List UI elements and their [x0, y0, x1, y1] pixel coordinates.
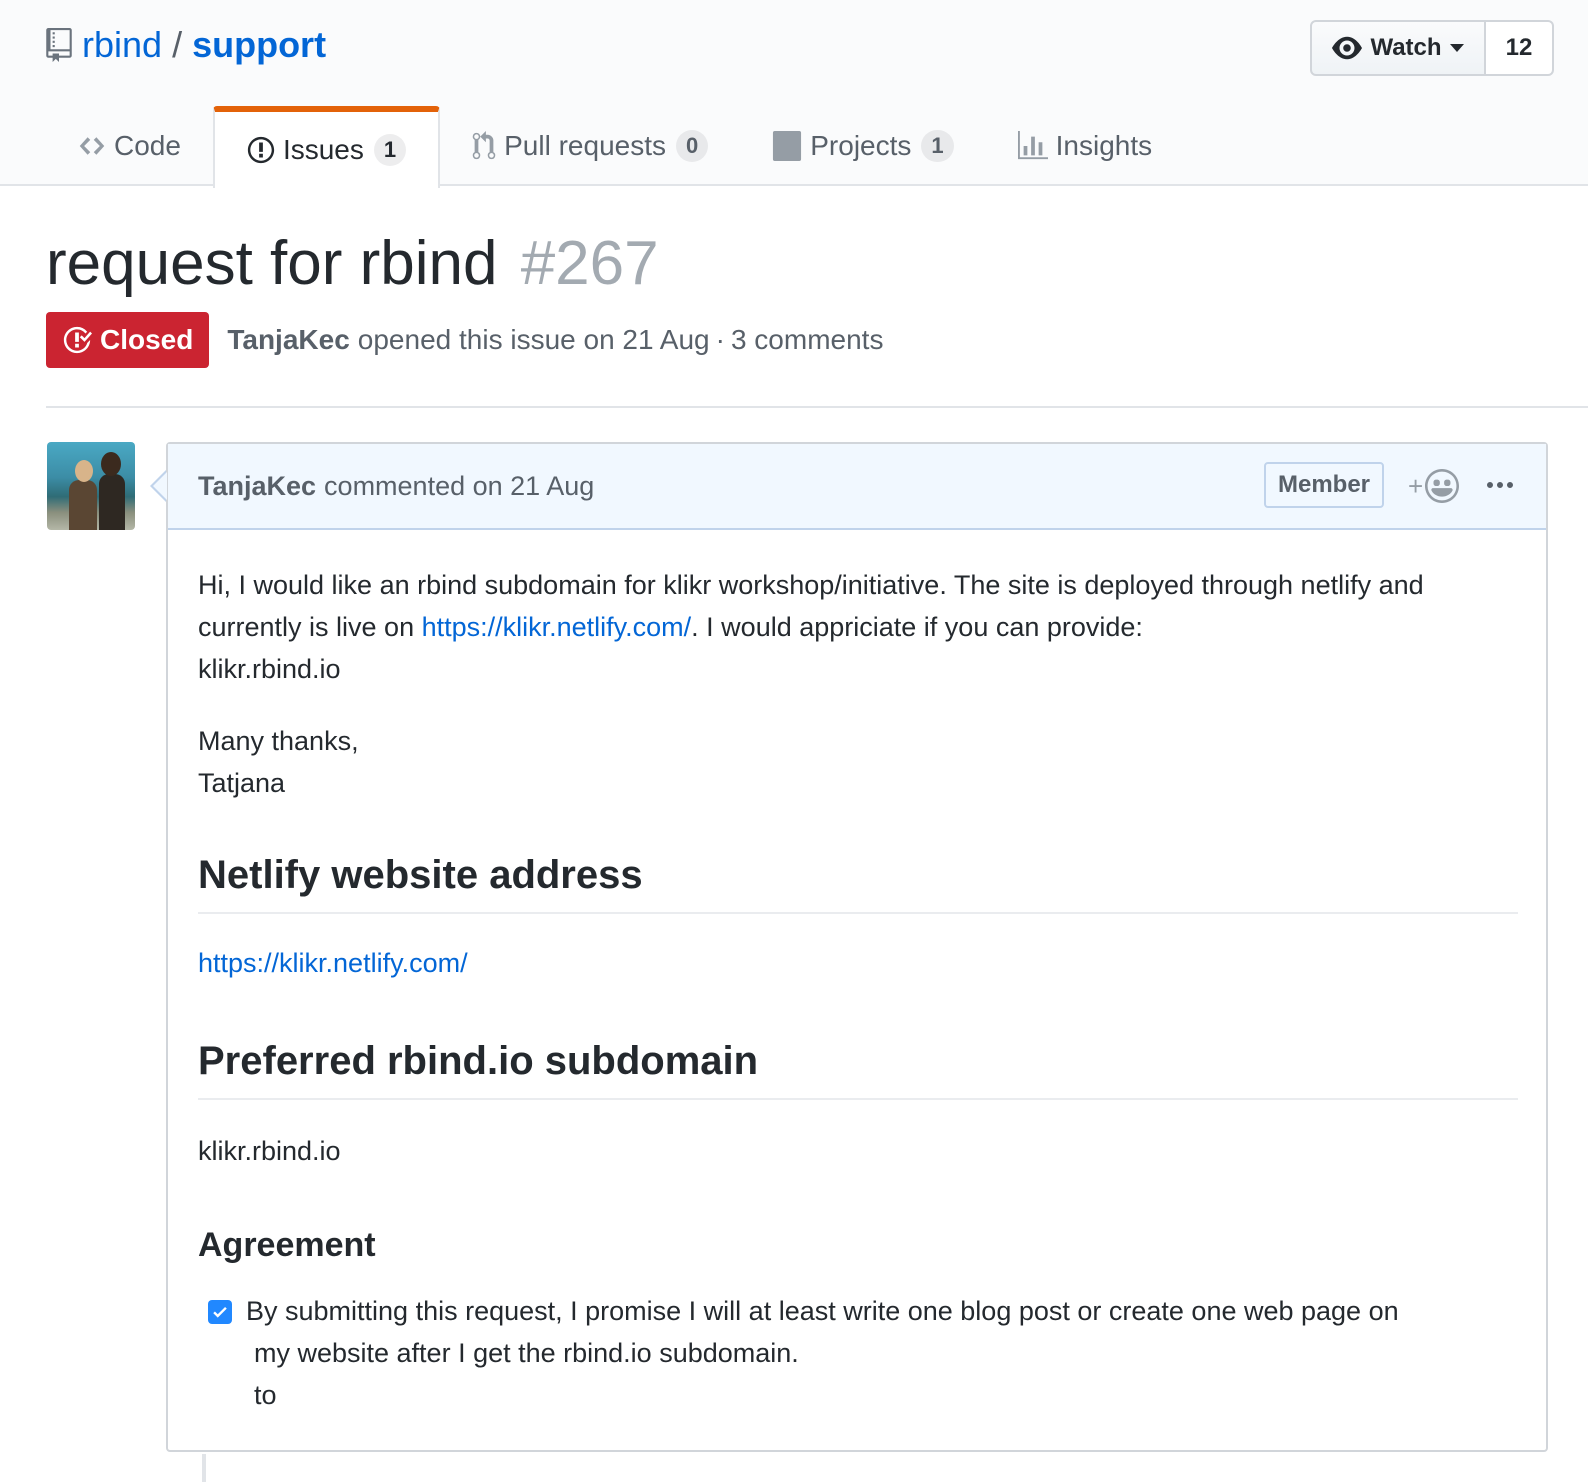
watch-count[interactable]: 12	[1486, 20, 1554, 76]
issue-opened-icon	[247, 136, 275, 164]
tab-issues[interactable]: Issues 1	[212, 106, 441, 188]
preferred-subdomain-text: klikr.rbind.io	[198, 1136, 341, 1166]
agreement-checkbox[interactable]	[208, 1300, 232, 1324]
repo-name-link[interactable]: support	[192, 24, 326, 66]
watch-group: Watch 12	[1310, 20, 1554, 76]
comment-header: TanjaKec commented on 21 Aug Member +	[168, 444, 1546, 530]
graph-icon	[1017, 131, 1048, 160]
repo-separator: /	[172, 24, 183, 65]
agreement-line-2: my website after I get the rbind.io subd…	[254, 1338, 799, 1368]
meta-separator: ·	[715, 324, 725, 355]
agreement-text: By submitting this request, I promise I …	[246, 1290, 1506, 1416]
chevron-down-icon	[1449, 44, 1464, 52]
issue-number: #267	[520, 229, 659, 298]
netlify-url-paragraph: https://klikr.netlify.com/	[198, 942, 468, 984]
repo-header: rbind / support Watch 12 Code Issues 1 P…	[0, 0, 1588, 188]
issues-counter: 1	[373, 134, 407, 166]
comment-arrow-fill	[153, 472, 167, 500]
watch-label: Watch	[1370, 34, 1442, 61]
state-badge: Closed	[46, 312, 210, 368]
heading-agreement: Agreement	[198, 1226, 376, 1264]
state-label: Closed	[100, 324, 194, 355]
requested-subdomain-text: klikr.rbind.io	[198, 654, 341, 684]
issue-title-text: request for rbind	[46, 229, 498, 298]
tab-label: Code	[114, 130, 181, 161]
thanks-text: Many thanks,	[198, 726, 359, 756]
tab-label: Issues	[282, 134, 364, 165]
add-reaction-button[interactable]: +	[1408, 468, 1460, 504]
opened-text: opened this issue on 21 Aug	[357, 324, 710, 355]
eye-icon	[1332, 36, 1363, 60]
comment-box: TanjaKec commented on 21 Aug Member + Hi…	[166, 442, 1548, 1452]
repo-nav: Code Issues 1 Pull requests 0 Projects 1	[46, 106, 1185, 188]
comments-count: 3 comments	[730, 324, 884, 355]
code-icon	[79, 137, 105, 155]
issue-title: request for rbind #267	[46, 224, 659, 304]
timeline-line	[202, 1454, 206, 1482]
avatar[interactable]	[47, 442, 135, 530]
issue-author-link[interactable]: TanjaKec	[227, 324, 349, 356]
intro-paragraph: Hi, I would like an rbind subdomain for …	[198, 564, 1518, 690]
agreement-line-3: to	[254, 1380, 277, 1410]
tab-pull-requests[interactable]: Pull requests 0	[440, 106, 740, 186]
check-icon	[213, 1306, 227, 1318]
comment-timestamp[interactable]: commented on 21 Aug	[324, 471, 594, 502]
project-icon	[773, 131, 802, 161]
comment-author-link[interactable]: TanjaKec	[198, 471, 316, 502]
tab-code[interactable]: Code	[46, 106, 213, 186]
pull-requests-counter: 0	[676, 130, 709, 162]
watch-button[interactable]: Watch	[1310, 20, 1486, 76]
signature-paragraph: Many thanks, Tatjana	[198, 720, 1518, 804]
heading-preferred-subdomain: Preferred rbind.io subdomain	[198, 1034, 1518, 1100]
projects-counter: 1	[921, 130, 954, 162]
tab-projects[interactable]: Projects 1	[740, 106, 985, 186]
tab-label: Pull requests	[504, 130, 666, 161]
heading-netlify-address: Netlify website address	[198, 848, 1518, 914]
issue-meta: Closed TanjaKec opened this issue on 21 …	[46, 312, 883, 368]
intro-text-after: . I would appriciate if you can provide:	[691, 612, 1143, 642]
netlify-link[interactable]: https://klikr.netlify.com/	[198, 948, 468, 978]
repo-icon	[46, 28, 72, 62]
issue-closed-icon	[63, 326, 92, 354]
tab-label: Projects	[810, 130, 912, 161]
agreement-line-1: By submitting this request, I promise I …	[246, 1296, 1399, 1326]
header-divider	[46, 406, 1588, 408]
kebab-horizontal-icon	[1487, 482, 1513, 488]
netlify-link-inline[interactable]: https://klikr.netlify.com/	[422, 612, 692, 642]
git-pull-request-icon	[472, 131, 496, 160]
comment-options-button[interactable]	[1486, 466, 1514, 506]
tab-label: Insights	[1055, 130, 1153, 161]
member-badge: Member	[1264, 462, 1384, 508]
repo-title: rbind / support	[46, 22, 326, 68]
plus-icon: +	[1408, 470, 1424, 501]
signature-name: Tatjana	[198, 768, 286, 798]
smiley-icon	[1425, 469, 1460, 503]
repo-owner-link[interactable]: rbind	[82, 24, 162, 66]
tab-insights[interactable]: Insights	[986, 106, 1185, 186]
